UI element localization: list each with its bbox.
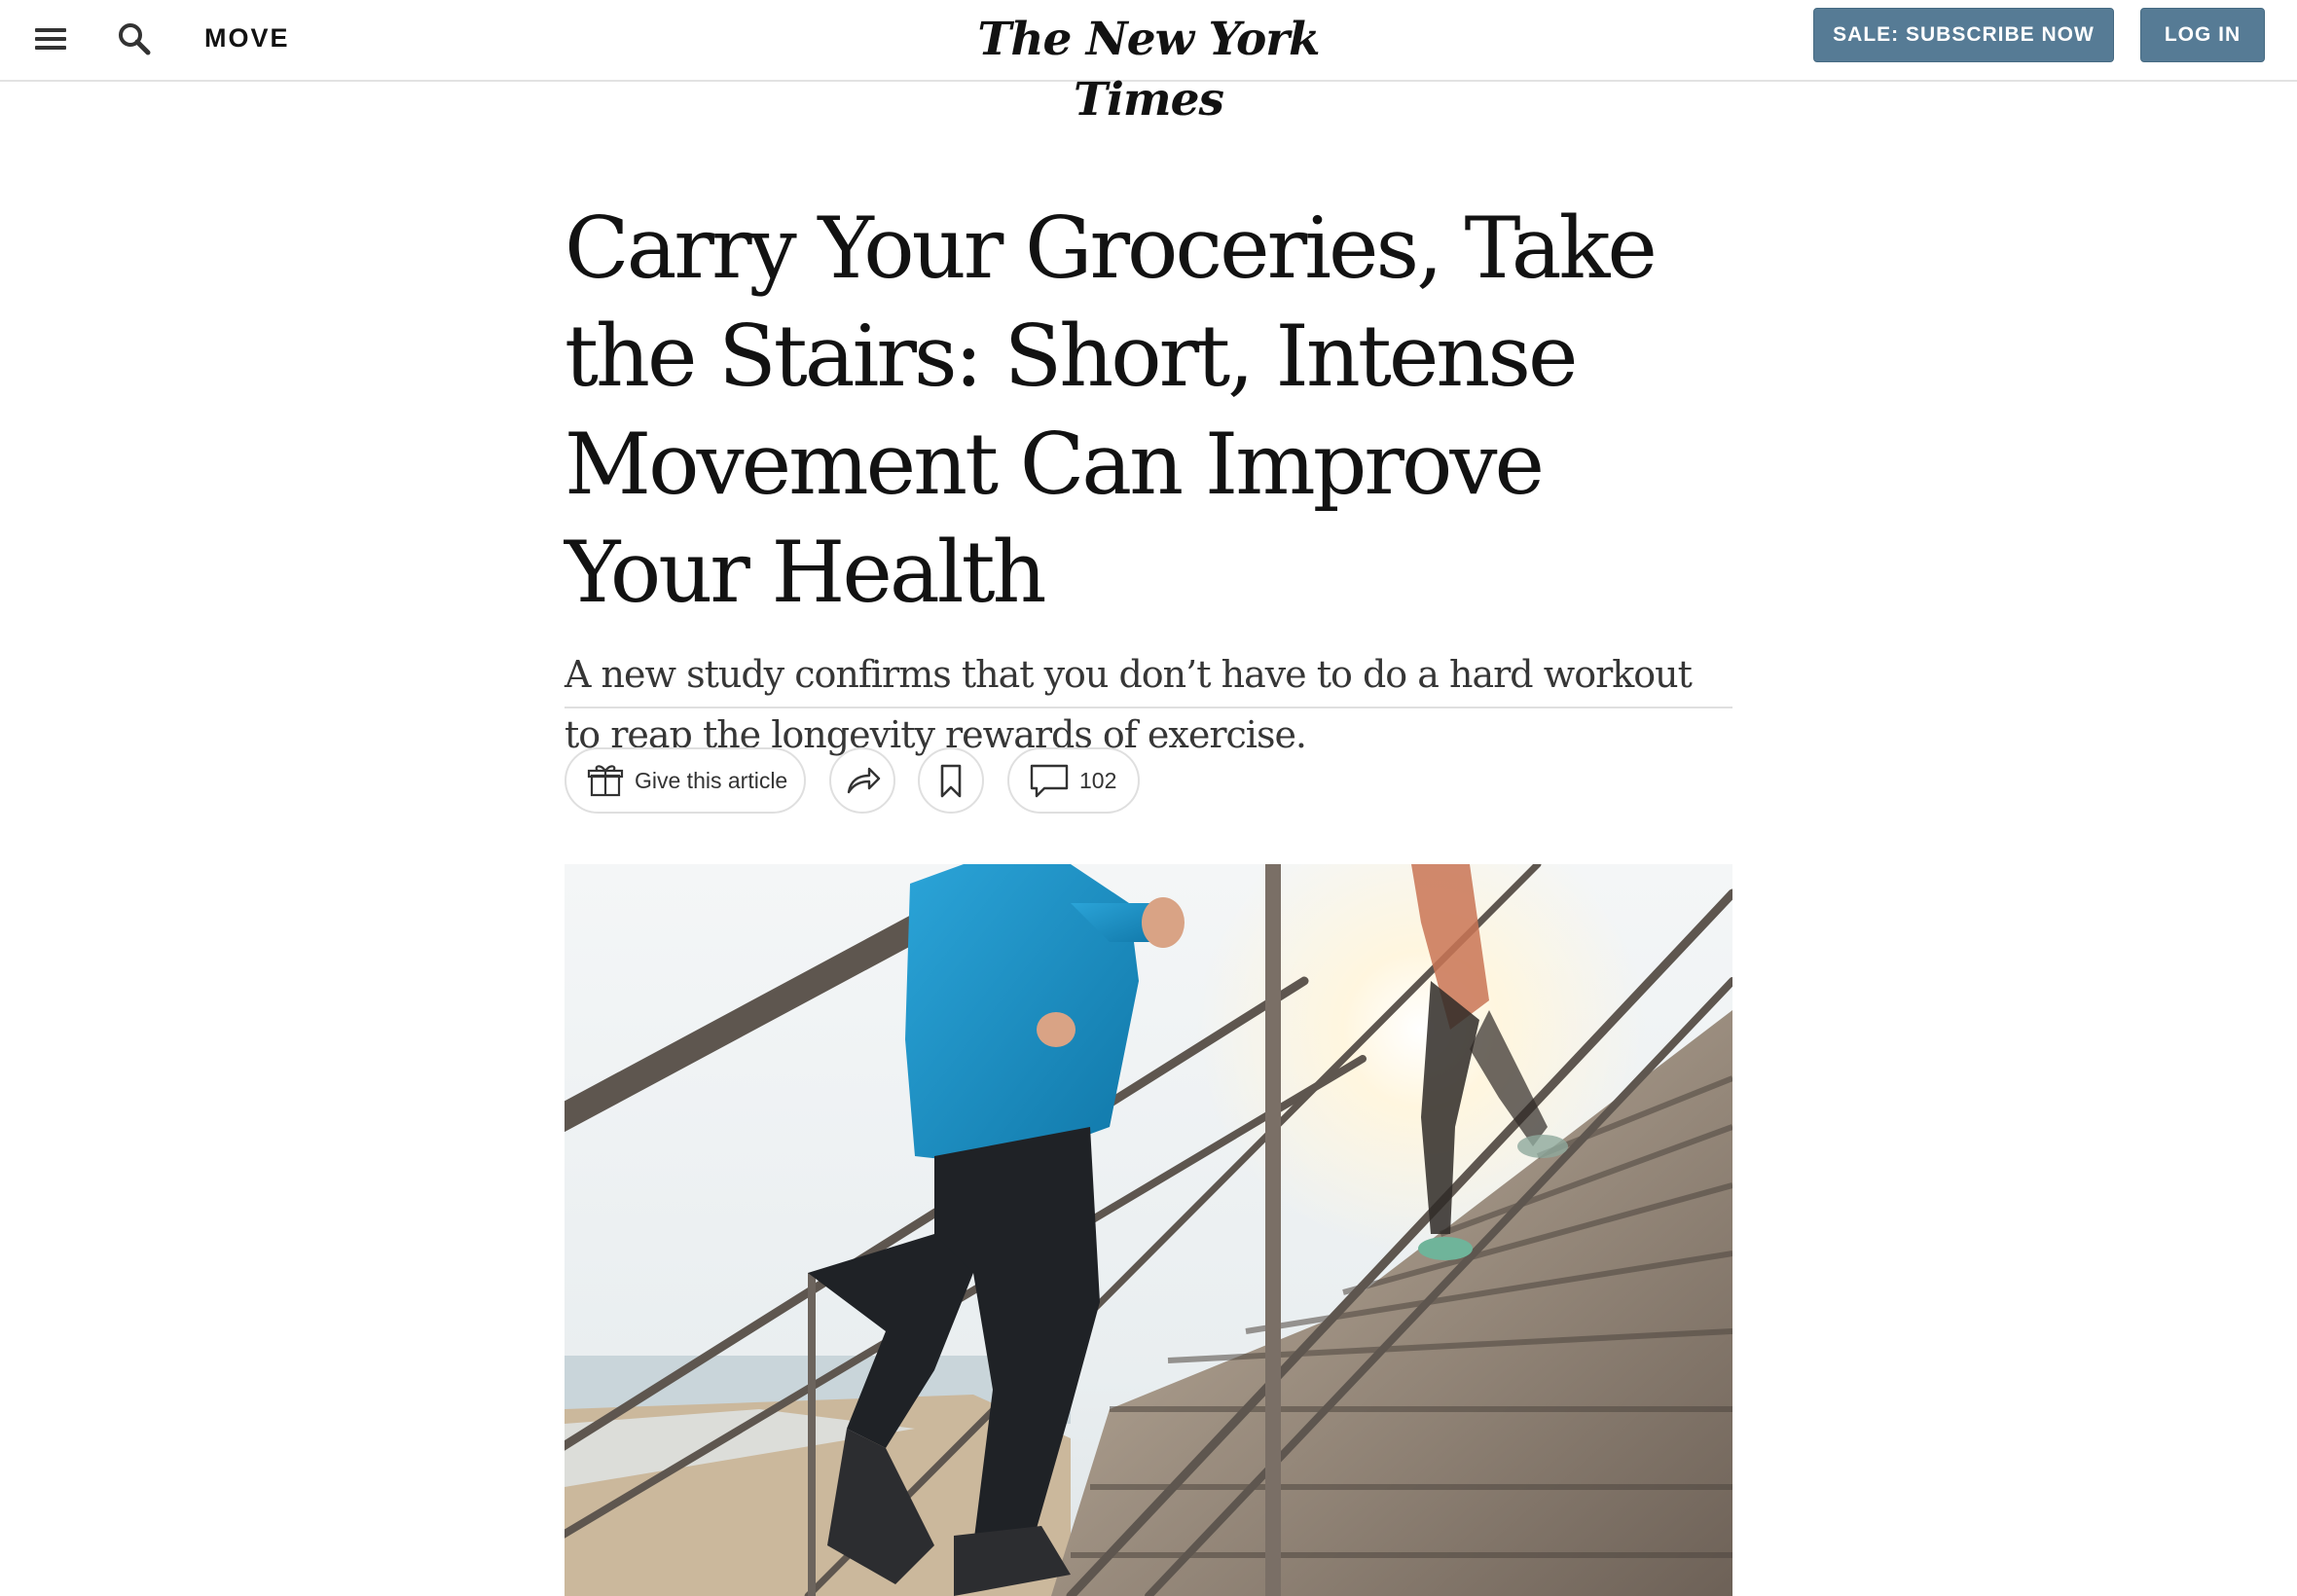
masthead-logo[interactable]: The New York Times bbox=[905, 10, 1392, 127]
comment-bubble-icon bbox=[1030, 764, 1069, 798]
section-link[interactable]: MOVE bbox=[204, 23, 290, 54]
bookmark-icon bbox=[940, 764, 962, 798]
article-header: Carry Your Groceries, Take the Stairs: S… bbox=[565, 195, 1732, 765]
share-arrow-icon bbox=[847, 767, 881, 794]
comments-count: 102 bbox=[1079, 767, 1117, 793]
top-navigation-bar: MOVE The New York Times SALE: SUBSCRIBE … bbox=[0, 0, 2297, 127]
article-headline: Carry Your Groceries, Take the Stairs: S… bbox=[565, 199, 1658, 622]
gift-icon bbox=[587, 765, 624, 797]
subscribe-button[interactable]: SALE: SUBSCRIBE NOW bbox=[1813, 8, 2114, 62]
article-hero-image bbox=[565, 864, 1732, 1596]
comments-button[interactable]: 102 bbox=[1007, 747, 1140, 814]
hamburger-menu-icon[interactable] bbox=[35, 21, 70, 56]
save-button[interactable] bbox=[918, 747, 984, 814]
give-article-button[interactable]: Give this article bbox=[565, 747, 806, 814]
share-button[interactable] bbox=[829, 747, 895, 814]
login-button[interactable]: LOG IN bbox=[2140, 8, 2265, 62]
divider bbox=[565, 707, 1732, 708]
search-icon[interactable] bbox=[115, 19, 154, 58]
give-article-label: Give this article bbox=[635, 767, 788, 793]
